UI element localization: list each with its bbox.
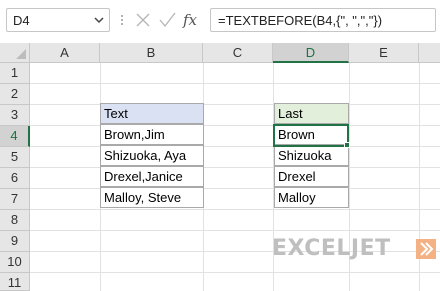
- chevron-down-icon[interactable]: [93, 14, 105, 26]
- cell-b4[interactable]: Brown,Jim: [100, 124, 204, 145]
- row-header-8[interactable]: 8: [0, 210, 30, 231]
- row-header-6[interactable]: 6: [0, 168, 30, 189]
- select-all-corner[interactable]: [0, 43, 30, 63]
- enter-check-icon[interactable]: [156, 9, 178, 31]
- fill-handle[interactable]: [344, 142, 350, 148]
- gridline: [30, 146, 440, 147]
- gridline: [30, 188, 440, 189]
- row-header-10[interactable]: 10: [0, 252, 30, 273]
- row-header-3[interactable]: 3: [0, 105, 30, 126]
- formula-bar-separator: [118, 8, 126, 32]
- cell-b7[interactable]: Malloy, Steve: [100, 187, 204, 208]
- column-header-f[interactable]: [419, 43, 440, 63]
- cell-b5[interactable]: Shizuoka, Aya: [100, 145, 204, 166]
- formula-input[interactable]: =TEXTBEFORE(B4,{", ",","}): [210, 8, 436, 32]
- gridline: [30, 230, 440, 231]
- row-header-11[interactable]: 11: [0, 273, 30, 291]
- gridline: [30, 83, 440, 84]
- cell-b6[interactable]: Drexel,Janice: [100, 166, 204, 187]
- cell-d6[interactable]: Drexel: [274, 166, 349, 187]
- gridline: [30, 104, 440, 105]
- cell-d5[interactable]: Shizuoka: [274, 145, 349, 166]
- column-header-d[interactable]: D: [273, 43, 349, 63]
- name-box[interactable]: D4: [6, 8, 110, 32]
- cell-d7[interactable]: Malloy: [274, 187, 349, 208]
- row-header-4[interactable]: 4: [0, 126, 30, 147]
- active-cell-selection: [273, 124, 349, 147]
- logo-mark-icon: [416, 239, 436, 259]
- column-header-b[interactable]: B: [100, 43, 203, 63]
- function-fx-icon[interactable]: fx: [180, 9, 202, 31]
- logo-text: EXCELJET: [272, 236, 391, 261]
- gridline: [30, 209, 440, 210]
- gridline: [30, 125, 440, 126]
- cancel-x-icon[interactable]: [132, 9, 154, 31]
- svg-text:fx: fx: [182, 11, 198, 29]
- row-header-5[interactable]: 5: [0, 147, 30, 168]
- row-header-9[interactable]: 9: [0, 231, 30, 252]
- formula-bar-area: D4 fx =TEXTBEFORE(B4,{", ",","}): [0, 0, 440, 42]
- column-header-e[interactable]: E: [349, 43, 419, 63]
- row-header-1[interactable]: 1: [0, 63, 30, 84]
- row-header-2[interactable]: 2: [0, 84, 30, 105]
- gridline: [30, 167, 440, 168]
- column-header-c[interactable]: C: [203, 43, 273, 63]
- cell-d3-header[interactable]: Last: [274, 103, 349, 124]
- cell-b3-header[interactable]: Text: [100, 103, 204, 124]
- name-box-value: D4: [13, 13, 30, 28]
- column-header-a[interactable]: A: [30, 43, 100, 63]
- formula-text: =TEXTBEFORE(B4,{", ",","}): [218, 13, 383, 28]
- exceljet-logo: EXCELJET: [272, 236, 436, 262]
- row-header-7[interactable]: 7: [0, 189, 30, 210]
- gridline: [30, 272, 440, 273]
